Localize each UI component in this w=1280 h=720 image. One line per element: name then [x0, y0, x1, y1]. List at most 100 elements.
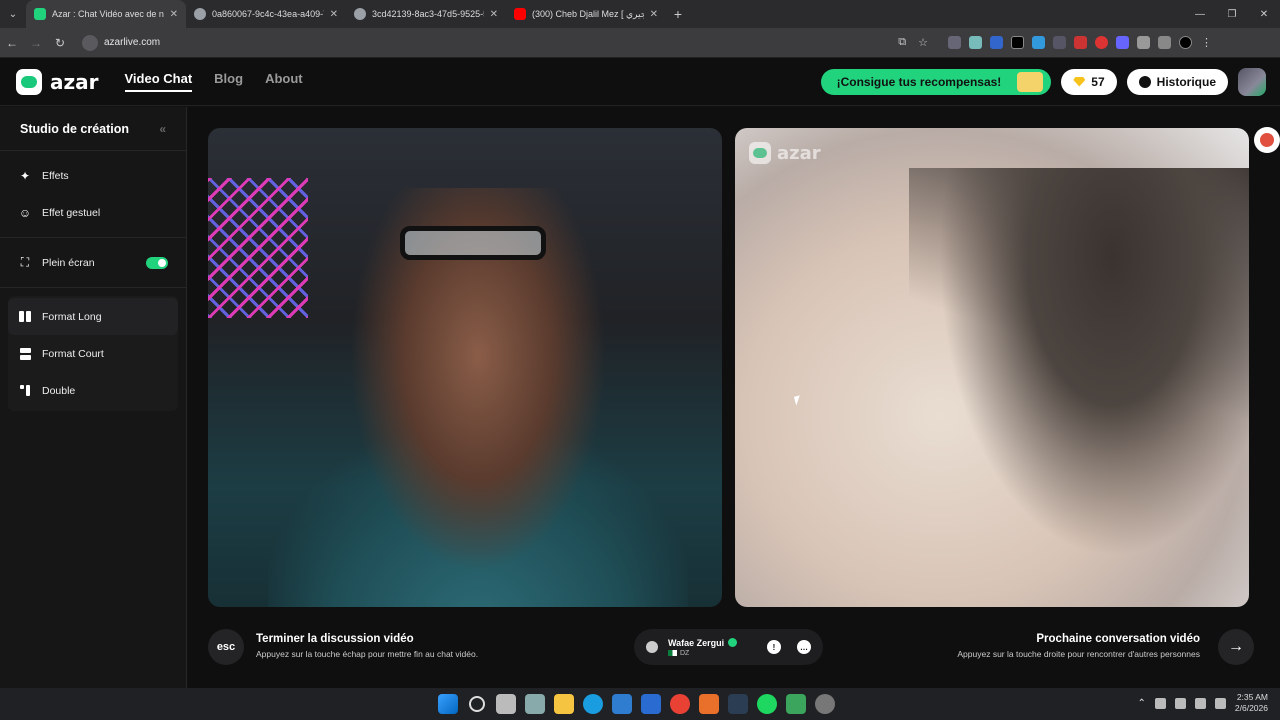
tab-3[interactable]: 3cd42139-8ac3-47d5-9525-5c8 ✕: [346, 0, 506, 28]
rewards-button[interactable]: ¡Consigue tus recompensas!: [820, 68, 1052, 95]
profile-icon[interactable]: [1179, 36, 1192, 49]
network-icon[interactable]: [1194, 697, 1206, 709]
steam-icon[interactable]: [728, 694, 748, 714]
format-double-option[interactable]: Double: [8, 372, 178, 409]
history-button[interactable]: Historique: [1126, 68, 1228, 95]
tab-title: (300) Cheb Djalil Mez [ الجيري ]: [532, 8, 644, 19]
fullscreen-toggle[interactable]: [146, 256, 168, 269]
kebab-menu-icon[interactable]: ⋮: [1200, 36, 1213, 49]
collapse-sidebar-icon[interactable]: «: [159, 122, 166, 136]
logo-text: azar: [50, 69, 99, 94]
nav-about[interactable]: About: [265, 71, 303, 92]
browser-tab-bar: ⌄ Azar : Chat Vidéo avec de n ✕ 0a860067…: [0, 0, 1280, 28]
chat-bubble-icon[interactable]: …: [797, 640, 811, 654]
tab-4[interactable]: (300) Cheb Djalil Mez [ الجيري ] ✕: [506, 0, 666, 28]
volume-icon[interactable]: [1214, 697, 1226, 709]
mail-icon[interactable]: [641, 694, 661, 714]
clock[interactable]: 2:35 AM 2/6/2026: [1235, 692, 1268, 714]
onedrive-icon[interactable]: [1174, 697, 1186, 709]
rewards-label: ¡Consigue tus recompensas!: [836, 74, 1002, 89]
minimize-icon[interactable]: —: [1184, 9, 1216, 20]
extension-icon[interactable]: [1116, 36, 1129, 49]
app-a-icon[interactable]: [699, 694, 719, 714]
extension-icon[interactable]: [969, 36, 982, 49]
next-chat-button[interactable]: →: [1218, 629, 1254, 665]
azar-favicon-icon: [34, 8, 46, 20]
next-chat-hint: Appuyez sur la touche droite pour rencon…: [957, 649, 1200, 659]
double-layout-icon: [20, 385, 30, 396]
close-tab-icon[interactable]: ✕: [490, 9, 498, 20]
extension-icon[interactable]: [1095, 36, 1108, 49]
chevron-up-icon[interactable]: ⌃: [1138, 698, 1146, 709]
next-chat-title: Prochaine conversation vidéo: [1036, 633, 1200, 645]
windows-start-icon[interactable]: [438, 694, 458, 714]
spotify-icon[interactable]: [757, 694, 777, 714]
clock-icon: [1138, 75, 1151, 88]
extension-icon[interactable]: [948, 36, 961, 49]
media-icon[interactable]: [786, 694, 806, 714]
site-info-icon[interactable]: [82, 34, 98, 51]
puzzle-icon[interactable]: [1137, 36, 1150, 49]
bookmark-star-icon[interactable]: ☆: [918, 36, 928, 49]
watermark-text: azar: [777, 142, 821, 164]
download-icon[interactable]: [1032, 36, 1045, 49]
floating-app-badge-icon[interactable]: [1254, 127, 1280, 153]
local-video-feed: [208, 128, 722, 607]
task-view-icon[interactable]: [496, 694, 516, 714]
new-tab-icon[interactable]: +: [666, 6, 690, 22]
restore-icon[interactable]: ❐: [1216, 9, 1248, 20]
mic-icon[interactable]: [1154, 697, 1166, 709]
close-tab-icon[interactable]: ✕: [170, 9, 178, 20]
youtube-icon: [514, 8, 526, 20]
install-icon[interactable]: ⧉: [898, 36, 906, 49]
avatar[interactable]: [1238, 67, 1266, 96]
azar-logo-icon: [16, 68, 42, 95]
store-icon[interactable]: [612, 694, 632, 714]
extension-icon[interactable]: [1053, 36, 1066, 49]
back-icon[interactable]: ←: [0, 36, 24, 50]
fullscreen-icon: ⛶: [20, 255, 30, 269]
close-window-icon[interactable]: ✕: [1248, 9, 1280, 20]
tab-search-icon[interactable]: ⌄: [0, 0, 26, 28]
format-selector: Format Long Format Court Double: [8, 296, 178, 411]
url-field[interactable]: azarlive.com ⧉ ☆: [78, 32, 938, 54]
sidebar-item-effects[interactable]: ✦ Effets: [0, 157, 186, 194]
close-tab-icon[interactable]: ✕: [650, 9, 658, 20]
close-tab-icon[interactable]: ✕: [330, 9, 338, 20]
user-icon: [646, 641, 658, 653]
sidebar-item-label: Format Court: [42, 347, 104, 360]
gems-button[interactable]: 57: [1061, 68, 1117, 95]
sidebar-item-label: Effets: [42, 169, 69, 182]
settings-gear-icon[interactable]: [525, 694, 545, 714]
tab-title: 3cd42139-8ac3-47d5-9525-5c8: [372, 9, 484, 19]
azar-logo[interactable]: azar: [16, 68, 99, 95]
sidebar-item-label: Format Long: [42, 310, 102, 323]
extension-icon[interactable]: [1011, 36, 1024, 49]
tab-azar[interactable]: Azar : Chat Vidéo avec de n ✕: [26, 0, 186, 28]
address-bar: ← → ↻ azarlive.com ⧉ ☆ ⋮: [0, 28, 1280, 58]
format-long-option[interactable]: Format Long: [8, 298, 178, 335]
edge-icon[interactable]: [583, 694, 603, 714]
extension-icon[interactable]: [990, 36, 1003, 49]
reload-icon[interactable]: ↻: [48, 36, 72, 50]
clock-time: 2:35 AM: [1236, 692, 1268, 702]
history-label: Historique: [1156, 74, 1216, 89]
gift-icon: [1017, 71, 1044, 92]
end-chat-button[interactable]: esc: [208, 629, 244, 665]
nav-video-chat[interactable]: Video Chat: [124, 71, 193, 92]
obs-icon[interactable]: [815, 694, 835, 714]
next-chat-info: Prochaine conversation vidéo Appuyez sur…: [957, 633, 1200, 659]
report-shield-icon[interactable]: !: [767, 640, 781, 654]
format-short-option[interactable]: Format Court: [8, 335, 178, 372]
nav-blog[interactable]: Blog: [214, 71, 243, 92]
search-icon[interactable]: [469, 696, 485, 712]
forward-icon[interactable]: →: [24, 36, 48, 50]
tab-2[interactable]: 0a860067-9c4c-43ea-a409-721 ✕: [186, 0, 346, 28]
partner-info-pill: Wafae Zergui DZ ! …: [634, 629, 823, 665]
sidebar-item-gesture-effect[interactable]: ☺ Effet gestuel: [0, 194, 186, 231]
sidebar-item-label: Plein écran: [42, 256, 95, 269]
extension-icon[interactable]: [1074, 36, 1087, 49]
sidepanel-icon[interactable]: [1158, 36, 1171, 49]
file-explorer-icon[interactable]: [554, 694, 574, 714]
chrome-icon[interactable]: [670, 694, 690, 714]
